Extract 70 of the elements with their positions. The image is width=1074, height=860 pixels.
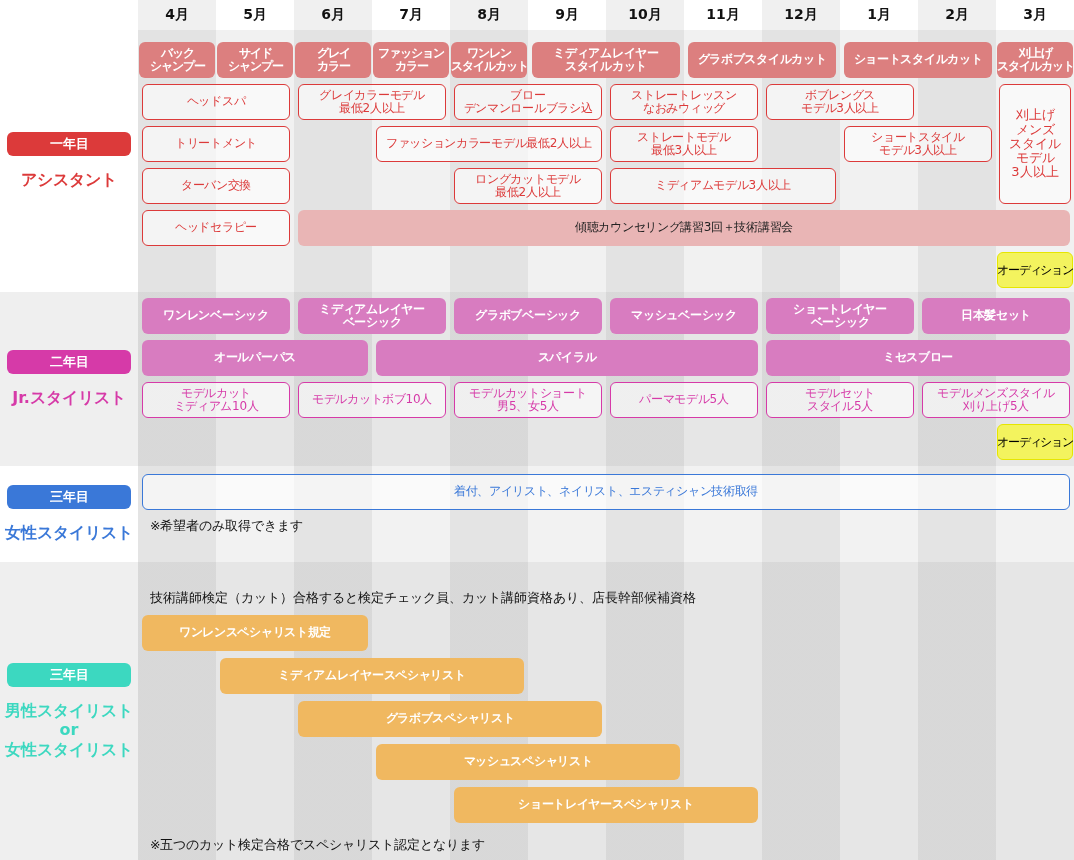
course-bar: グラボブベーシック (454, 298, 602, 334)
task-bar: モデルカット ミディアム10人 (142, 382, 290, 418)
note-text: 技術講師検定（カット）合格すると検定チェック員、カット講師資格あり、店長幹部候補資格 (149, 590, 697, 607)
note-text: ※希望者のみ取得できます (149, 518, 305, 535)
year-badge: 二年目 (7, 350, 131, 375)
audition-tag: オーディション (997, 424, 1073, 460)
task-bar: ファッションカラーモデル最低2人以上 (376, 126, 602, 162)
month-label: 6月 (320, 5, 346, 24)
month-label: 1月 (866, 5, 892, 24)
month-label: 10月 (627, 5, 663, 24)
seminar-bar: 傾聴カウンセリング講習3回＋技術講習会 (298, 210, 1070, 246)
task-bar: ヘッドスパ (142, 84, 290, 120)
month-label: 11月 (705, 5, 741, 24)
month-label: 3月 (1022, 5, 1048, 24)
course-bar: ミディアムレイヤー スタイルカット (532, 42, 680, 78)
month-label: 5月 (242, 5, 268, 24)
month-label: 2月 (944, 5, 970, 24)
course-bar: ミディアムレイヤースペシャリスト (220, 658, 524, 694)
course-bar: オールパーパス (142, 340, 368, 376)
course-bar: ミディアムレイヤー ベーシック (298, 298, 446, 334)
course-bar: スパイラル (376, 340, 758, 376)
task-bar: 刈上げ メンズ スタイル モデル 3人以上 (999, 84, 1071, 204)
year-badge: 三年目 (7, 485, 131, 510)
course-bar: バック シャンプー (139, 42, 215, 78)
task-bar: ロングカットモデル 最低2人以上 (454, 168, 602, 204)
course-bar: マッシュベーシック (610, 298, 758, 334)
course-bar: ショートレイヤー ベーシック (766, 298, 914, 334)
role-title: 男性スタイリスト or 女性スタイリスト (5, 701, 133, 759)
task-bar: トリートメント (142, 126, 290, 162)
course-bar: ミセスブロー (766, 340, 1070, 376)
task-bar: ストレートレッスン なおみウィッグ (610, 84, 758, 120)
course-bar: ワンレンスペシャリスト規定 (142, 615, 368, 651)
course-bar: ワンレン スタイルカット (451, 42, 527, 78)
course-bar: 日本髪セット (922, 298, 1070, 334)
task-bar: モデルメンズスタイル 刈り上げ5人 (922, 382, 1070, 418)
month-label: 9月 (554, 5, 580, 24)
audition-tag: オーディション (997, 252, 1073, 288)
task-bar: ストレートモデル 最低3人以上 (610, 126, 758, 162)
month-label: 7月 (398, 5, 424, 24)
role-title: 女性スタイリスト (5, 523, 133, 543)
course-bar: マッシュスペシャリスト (376, 744, 680, 780)
task-bar: ヘッドセラピー (142, 210, 290, 246)
course-bar: ショートレイヤースペシャリスト (454, 787, 758, 823)
course-bar: グラボブスタイルカット (688, 42, 836, 78)
course-bar: グラボブスペシャリスト (298, 701, 602, 737)
task-bar: グレイカラーモデル 最低2人以上 (298, 84, 446, 120)
course-bar: ファッション カラー (373, 42, 449, 78)
task-bar: ターバン交換 (142, 168, 290, 204)
task-bar: 着付、アイリスト、ネイリスト、エスティシャン技術取得 (142, 474, 1070, 510)
month-label: 4月 (164, 5, 190, 24)
task-bar: モデルカットボブ10人 (298, 382, 446, 418)
task-bar: ボブレングス モデル3人以上 (766, 84, 914, 120)
task-bar: パーマモデル5人 (610, 382, 758, 418)
course-bar: サイド シャンプー (217, 42, 293, 78)
task-bar: ブロー デンマンロールブラシ込 (454, 84, 602, 120)
task-bar: モデルセット スタイル5人 (766, 382, 914, 418)
course-bar: ショートスタイルカット (844, 42, 992, 78)
month-label: 8月 (476, 5, 502, 24)
year-badge: 一年目 (7, 132, 131, 157)
course-bar: ワンレンベーシック (142, 298, 290, 334)
year-badge: 三年目 (7, 663, 131, 688)
month-label: 12月 (783, 5, 819, 24)
role-title: アシスタント (21, 170, 117, 190)
role-title: Jr.スタイリスト (12, 388, 126, 408)
note-text: ※五つのカット検定合格でスペシャリスト認定となります (149, 837, 487, 854)
course-bar: グレイ カラー (295, 42, 371, 78)
task-bar: ショートスタイル モデル3人以上 (844, 126, 992, 162)
task-bar: ミディアムモデル3人以上 (610, 168, 836, 204)
course-bar: 刈上げ スタイルカット (997, 42, 1073, 78)
task-bar: モデルカットショート 男5、女5人 (454, 382, 602, 418)
